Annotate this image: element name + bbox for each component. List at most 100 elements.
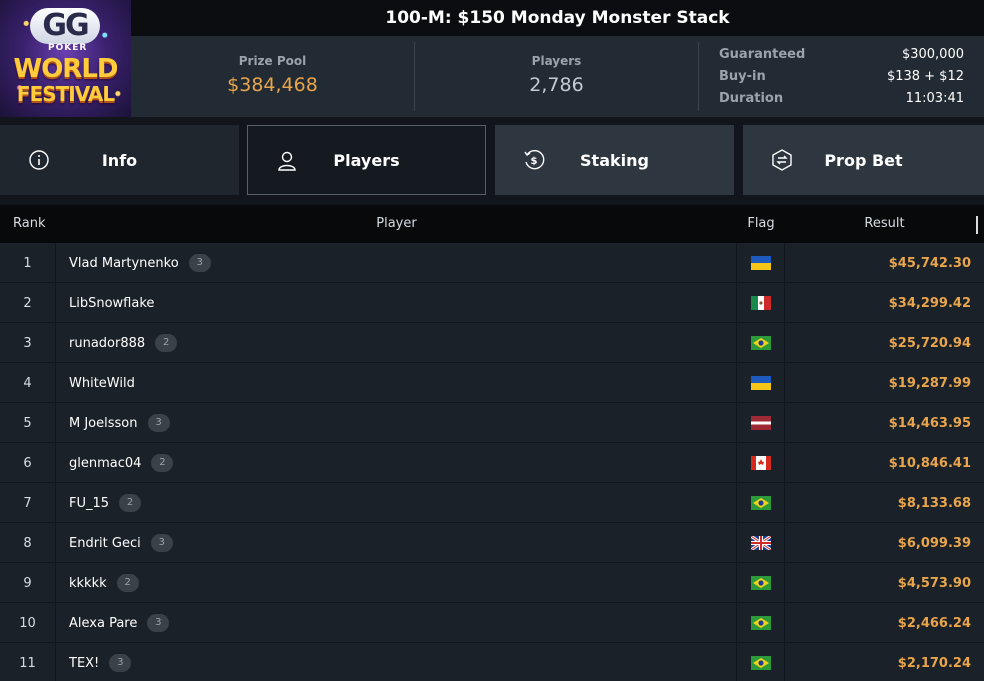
svg-text:$: $	[531, 156, 538, 167]
title-bar: 100-M: $150 Monday Monster Stack	[131, 0, 984, 36]
player-cell: M Joelsson 3	[57, 403, 737, 443]
rank-cell: 11	[0, 643, 56, 681]
player-name[interactable]: Vlad Martynenko	[69, 256, 179, 271]
prize-pool-value: $384,468	[227, 74, 318, 96]
entries-badge: 2	[151, 454, 174, 472]
brazil-flag-icon	[750, 656, 771, 670]
table-row[interactable]: 7 FU_15 2 $8,133.68	[0, 483, 984, 523]
scrollbar[interactable]	[976, 216, 978, 234]
table-row[interactable]: 9 kkkkk 2 $4,573.90	[0, 563, 984, 603]
flag-cell	[737, 563, 785, 603]
result-cell: $14,463.95	[888, 415, 971, 431]
table-row[interactable]: 8 Endrit Geci 3 $6,099.39	[0, 523, 984, 563]
flag-cell	[737, 523, 785, 563]
players-label: Players	[531, 54, 582, 68]
player-name[interactable]: Alexa Pare	[69, 616, 137, 631]
info-icon	[29, 150, 49, 170]
entries-badge: 3	[147, 414, 170, 432]
latvia-flag-icon	[750, 416, 771, 430]
tournament-title: 100-M: $150 Monday Monster Stack	[385, 8, 730, 28]
player-name[interactable]: FU_15	[69, 496, 109, 511]
player-name[interactable]: Endrit Geci	[69, 536, 141, 551]
player-cell: WhiteWild	[57, 363, 737, 403]
player-name[interactable]: LibSnowflake	[69, 296, 154, 311]
prize-pool-stat: Prize Pool $384,468	[131, 42, 415, 111]
result-cell: $25,720.94	[888, 335, 971, 351]
result-cell: $10,846.41	[888, 455, 971, 471]
player-name[interactable]: M Joelsson	[69, 416, 138, 431]
player-cell: Vlad Martynenko 3	[57, 243, 737, 283]
table-row[interactable]: 4 WhiteWild $19,287.99	[0, 363, 984, 403]
user-icon	[278, 151, 296, 171]
column-flag[interactable]: Flag	[737, 205, 785, 243]
ukraine-flag-icon	[750, 376, 771, 390]
player-cell: glenmac04 2	[57, 443, 737, 483]
column-rank[interactable]: Rank	[13, 205, 45, 243]
player-cell: runador888 2	[57, 323, 737, 363]
mexico-flag-icon	[750, 296, 771, 310]
tab-info[interactable]: Info	[0, 125, 239, 195]
gg-world-festival-logo: GG POKER WORLD FESTIVAL	[0, 0, 131, 117]
player-cell: TEX! 3	[57, 643, 737, 681]
result-cell: $19,287.99	[888, 375, 971, 391]
player-name[interactable]: TEX!	[69, 656, 99, 671]
tab-prop-bet[interactable]: Prop Bet	[743, 125, 984, 195]
dollar-icon: $	[524, 149, 545, 170]
brazil-flag-icon	[750, 616, 771, 630]
detail-buy-in: Buy-in $138 + $12	[719, 69, 964, 84]
rank-cell: 2	[0, 283, 56, 323]
flag-cell	[737, 283, 785, 323]
tab-players[interactable]: Players	[247, 125, 486, 195]
prop-bet-icon	[772, 149, 792, 171]
table-row[interactable]: 2 LibSnowflake $34,299.42	[0, 283, 984, 323]
column-player[interactable]: Player	[56, 205, 737, 243]
result-cell: $8,133.68	[897, 495, 971, 511]
rank-cell: 7	[0, 483, 56, 523]
rank-cell: 6	[0, 443, 56, 483]
player-name[interactable]: runador888	[69, 336, 145, 351]
canada-flag-icon	[750, 456, 771, 470]
table-row[interactable]: 10 Alexa Pare 3 $2,466.24	[0, 603, 984, 643]
flag-cell	[737, 483, 785, 523]
player-cell: Endrit Geci 3	[57, 523, 737, 563]
stats-panel: Prize Pool $384,468 Players 2,786 Guaran…	[131, 36, 984, 117]
entries-badge: 2	[119, 494, 142, 512]
players-value: 2,786	[529, 74, 584, 96]
player-name[interactable]: WhiteWild	[69, 376, 135, 391]
tab-staking[interactable]: $ Staking	[495, 125, 734, 195]
detail-guaranteed: Guaranteed $300,000	[719, 47, 964, 62]
player-cell: FU_15 2	[57, 483, 737, 523]
detail-duration: Duration 11:03:41	[719, 91, 964, 106]
result-cell: $2,170.24	[897, 655, 971, 671]
entries-badge: 3	[150, 534, 173, 552]
table-row[interactable]: 3 runador888 2 $25,720.94	[0, 323, 984, 363]
player-cell: LibSnowflake	[57, 283, 737, 323]
tournament-window: GG POKER WORLD FESTIVAL 100-M: $150 Mond…	[0, 0, 984, 681]
rank-cell: 3	[0, 323, 56, 363]
table-row[interactable]: 1 Vlad Martynenko 3 $45,742.30	[0, 243, 984, 283]
flag-cell	[737, 403, 785, 443]
flag-cell	[737, 363, 785, 403]
entries-badge: 3	[188, 254, 211, 272]
result-cell: $4,573.90	[897, 575, 971, 591]
flag-cell	[737, 643, 785, 681]
player-name[interactable]: kkkkk	[69, 576, 107, 591]
brazil-flag-icon	[750, 576, 771, 590]
player-name[interactable]: glenmac04	[69, 456, 141, 471]
players-table: Rank Player Flag Result 1 Vlad Martynenko…	[0, 205, 984, 681]
table-row[interactable]: 6 glenmac04 2 $10,846.41	[0, 443, 984, 483]
player-cell: Alexa Pare 3	[57, 603, 737, 643]
brazil-flag-icon	[750, 336, 771, 350]
player-cell: kkkkk 2	[57, 563, 737, 603]
column-result[interactable]: Result	[785, 205, 984, 243]
table-row[interactable]: 11 TEX! 3 $2,170.24	[0, 643, 984, 681]
tab-bar: Info Players $ Staking Prop Bet	[0, 125, 984, 195]
prize-pool-label: Prize Pool	[238, 54, 307, 68]
brazil-flag-icon	[750, 496, 771, 510]
uk-flag-icon	[750, 536, 771, 550]
table-row[interactable]: 5 M Joelsson 3 $14,463.95	[0, 403, 984, 443]
rank-cell: 8	[0, 523, 56, 563]
flag-cell	[737, 603, 785, 643]
entries-badge: 3	[109, 654, 132, 672]
players-stat: Players 2,786	[415, 42, 699, 111]
